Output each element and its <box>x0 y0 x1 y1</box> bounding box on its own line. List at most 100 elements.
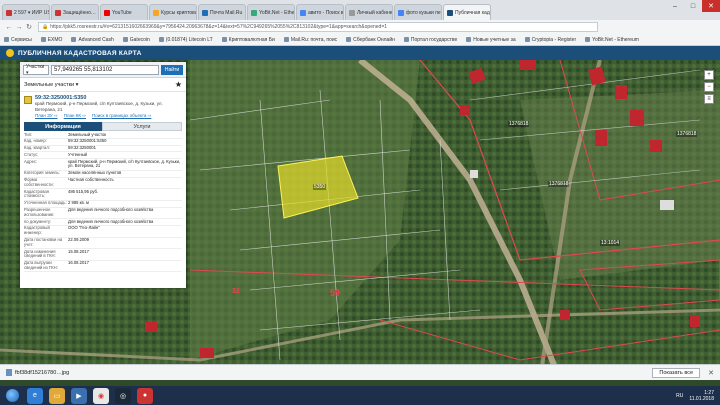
tab-label: фото кузьки первые <box>406 9 441 16</box>
page-title: ПУБЛИЧНАЯ КАДАСТРОВАЯ КАРТА <box>18 49 142 57</box>
attribute-key: Кадастровый инженер: <box>24 225 50 236</box>
parcel-links: План ЗУ ⇨ План КК ⇨ Поиск в границах объ… <box>35 113 182 119</box>
bookmark-item[interactable]: YoBit.Net - Ethereum <box>585 37 639 43</box>
maximize-icon[interactable]: □ <box>684 0 702 12</box>
app-icon[interactable]: ● <box>137 387 153 404</box>
bookmark-item[interactable]: EXMO <box>40 36 63 43</box>
parcel-address: край Пермский, р-н Пермский, с/п Култаев… <box>35 101 163 112</box>
search-type-select[interactable]: Участки ▾ <box>23 64 49 76</box>
bookmark-label: Портал государстве <box>410 36 458 43</box>
attribute-key: Кад. квартал: <box>24 145 50 151</box>
map-header: ПУБЛИЧНАЯ КАДАСТРОВАЯ КАРТА <box>0 46 720 60</box>
chrome-icon[interactable]: ◉ <box>93 387 109 404</box>
star-icon[interactable]: ★ <box>175 80 182 89</box>
bookmark-item[interactable]: Mail.Ru: почта, поис <box>283 37 337 43</box>
quarter-label: 1376818 <box>508 121 530 127</box>
bookmark-item[interactable]: (0.01874) Litecoin LT <box>158 37 213 43</box>
bookmark-item[interactable]: Gatecoin <box>122 36 150 43</box>
quarter-label: 13:1014 <box>600 240 621 246</box>
search-in-bounds-link[interactable]: Поиск в границах объекта ⇨ <box>92 113 151 119</box>
bookmark-label: Сбербанк Онлайн <box>353 36 395 43</box>
bookmark-label: Cryptopia - Register <box>531 36 577 43</box>
attribute-row: Адрес: край Пермский, р-н Пермский, с/п К… <box>24 159 182 171</box>
attribute-key: Адрес: <box>24 158 38 164</box>
bookmark-item[interactable]: Advanced Cash <box>71 36 114 43</box>
download-bar: fbf38df15216780…jpg Показать все ✕ <box>0 364 720 380</box>
attribute-value: Земельный участок <box>68 131 107 137</box>
language-indicator[interactable]: RU <box>676 393 683 399</box>
media-player-icon[interactable]: ▶ <box>71 387 87 404</box>
search-input[interactable]: 57,949265 55,813102 <box>51 64 159 75</box>
browser-tabstrip: 2 597 ▾ ИИР USD Защищённо… YouTube Курсы кр… <box>0 0 720 20</box>
tab-label: Публичная кадастровая <box>455 9 490 16</box>
close-icon[interactable]: ✕ <box>702 0 720 12</box>
tab-services[interactable]: Услуги <box>102 122 182 131</box>
back-icon[interactable]: ← <box>4 24 14 31</box>
zoom-in-icon[interactable]: + <box>704 70 714 80</box>
bookmark-label: Advanced Cash <box>78 36 114 43</box>
attribute-key: по документу: <box>24 218 52 224</box>
tab-favicon-icon <box>202 9 208 16</box>
url-input[interactable]: 🔒 https://pkk5.rosreestr.ru/#x=621315160… <box>38 22 598 32</box>
clock[interactable]: 1:27 11.01.2018 <box>689 390 714 402</box>
bookmark-icon <box>585 37 591 42</box>
tab-info[interactable]: Информация <box>24 122 102 131</box>
bookmark-item[interactable]: Сервисы <box>4 37 32 43</box>
address-bar: ← → ↻ 🔒 https://pkk5.rosreestr.ru/#x=621… <box>0 20 720 34</box>
browser-tab[interactable]: авито - Поиск в Google <box>296 4 344 20</box>
search-row: Участки ▾ 57,949265 55,813102 Найти <box>20 62 186 78</box>
minimize-icon[interactable]: – <box>666 0 684 12</box>
browser-tab[interactable]: фото кузьки первые <box>394 4 442 20</box>
clock-date: 11.01.2018 <box>689 395 714 402</box>
attribute-key: Тип: <box>24 131 33 137</box>
quarter-number-label: 59 <box>330 288 341 298</box>
attribute-key: Разрешенное использование: <box>24 207 55 217</box>
attribute-key: Форма собственности: <box>24 177 54 187</box>
file-icon <box>6 369 12 376</box>
start-button[interactable] <box>0 386 24 405</box>
layer-select[interactable]: Земельные участки ▾ <box>24 82 175 88</box>
plot-label: 5350 <box>313 184 327 190</box>
reload-icon[interactable]: ↻ <box>24 23 34 31</box>
attribute-row: Дата изменения сведений в ГКН: 15.08.2017 <box>24 249 182 261</box>
bookmark-item[interactable]: Криптовалютная Би <box>221 37 275 43</box>
plan-kk-link[interactable]: План КК ⇨ <box>64 113 86 119</box>
show-all-button[interactable]: Показать все <box>652 367 700 378</box>
explorer-icon[interactable]: ▭ <box>49 387 65 404</box>
url-text: https://pkk5.rosreestr.ru/#x=62131516026… <box>50 24 388 30</box>
layers-icon[interactable]: ≡ <box>704 94 714 104</box>
zoom-out-icon[interactable]: − <box>704 82 714 92</box>
ie-icon[interactable]: e <box>27 387 43 404</box>
bookmark-label: Gatecoin <box>129 36 150 43</box>
bookmark-item[interactable]: Cryptopia - Register <box>524 36 577 43</box>
browser-tab[interactable]: Публичная кадастровая <box>443 4 491 20</box>
browser-tab[interactable]: Курсы криптовалют <box>149 4 197 20</box>
attribute-value: Учтенный <box>68 151 88 157</box>
browser-tab[interactable]: YoBit.Net - Ethereum <box>247 4 295 20</box>
bookmark-label: EXMO <box>47 36 63 43</box>
browser-tab[interactable]: Личный кабинет - Mo <box>345 4 393 20</box>
close-download-bar-icon[interactable]: ✕ <box>708 369 714 377</box>
browser-tab[interactable]: 2 597 ▾ ИИР USD <box>2 4 50 20</box>
attribute-row: Дата выгрузки сведений из ГКН: 16.08.2017 <box>24 260 182 273</box>
quarter-number-label: 32 <box>232 288 240 295</box>
steam-icon[interactable]: ◎ <box>115 387 131 404</box>
forward-icon[interactable]: → <box>14 24 24 31</box>
browser-tab[interactable]: Защищённо… <box>51 4 99 20</box>
bookmark-icon <box>221 37 227 42</box>
browser-tab[interactable]: Почта Mail.Ru <box>198 4 246 20</box>
find-button[interactable]: Найти <box>161 64 183 75</box>
attribute-key: Дата изменения сведений в ГКН: <box>24 248 56 259</box>
attribute-value: Частная собственность <box>68 177 114 183</box>
bookmark-item[interactable]: Сбербанк Онлайн <box>346 37 395 43</box>
attribute-value: Для ведения личного подсобного хозяйства <box>68 218 154 224</box>
taskbar: e ▭ ▶ ◉ ◎ ● RU 1:27 11.01.2018 <box>0 386 720 405</box>
bookmark-item[interactable]: Портал государстве <box>403 36 458 43</box>
download-item[interactable]: fbf38df15216780…jpg <box>6 369 69 376</box>
browser-tab[interactable]: YouTube <box>100 4 148 20</box>
attribute-value: 22.09.2009 <box>68 237 89 243</box>
bookmark-item[interactable]: Новые учетные за <box>466 37 516 43</box>
bookmark-icon <box>524 37 530 42</box>
plan-zu-link[interactable]: План ЗУ ⇨ <box>35 113 58 119</box>
tab-label: Защищённо… <box>63 9 96 16</box>
